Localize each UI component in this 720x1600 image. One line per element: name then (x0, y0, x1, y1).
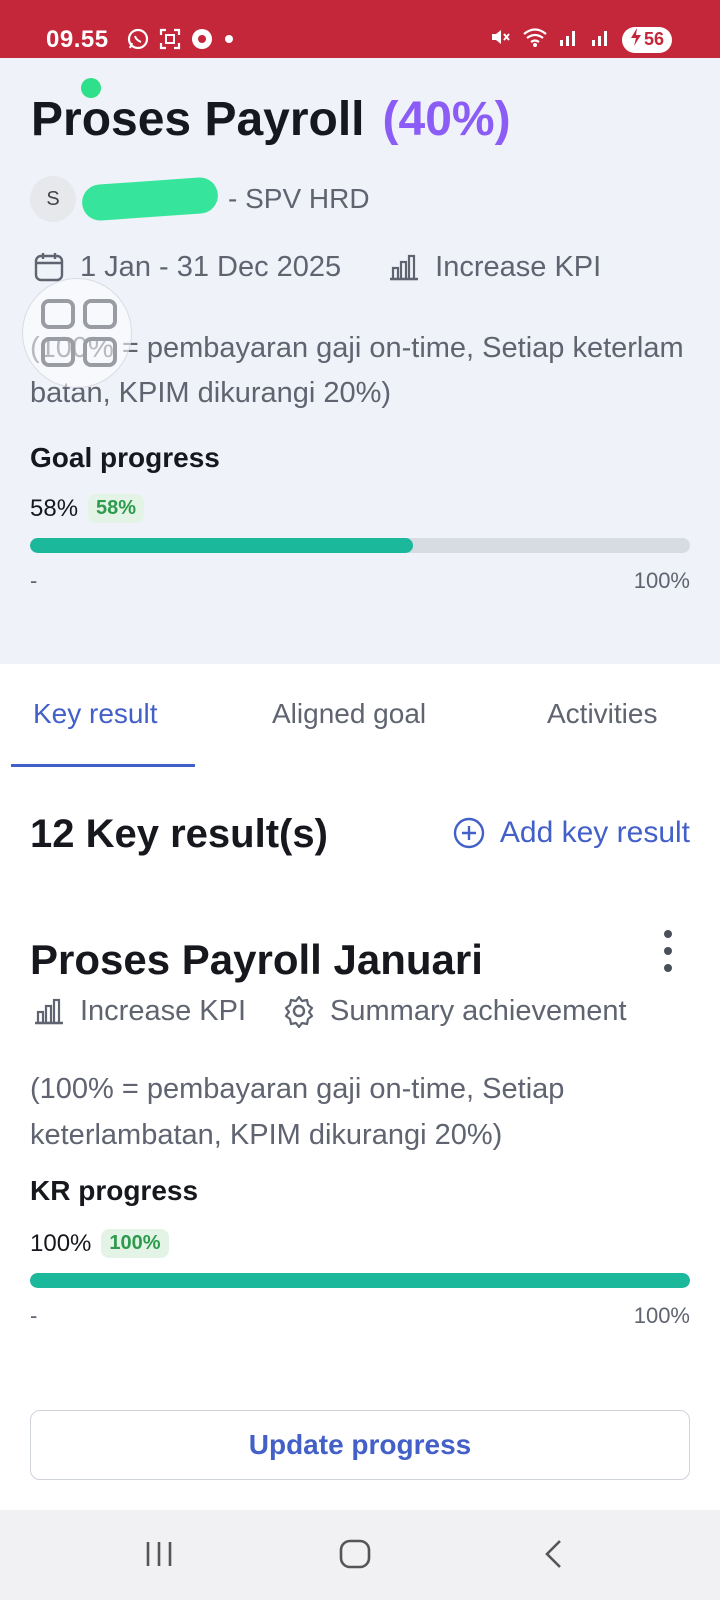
kr-range-max: 100% (633, 1303, 690, 1328)
signal-icon (558, 26, 580, 53)
add-circle-icon (453, 817, 485, 849)
kr-progress-fill (30, 1273, 690, 1288)
goal-title: Proses Payroll (40%) (31, 92, 511, 147)
more-options-icon[interactable] (661, 930, 675, 972)
tab-key-result[interactable]: Key result (33, 698, 158, 730)
goal-progress-bar (30, 538, 690, 553)
battery-level: 56 (643, 29, 664, 49)
calendar-icon (32, 250, 66, 284)
status-bar: 09.55 56 (0, 0, 720, 58)
kr-progress-value: 100% (30, 1229, 92, 1257)
kpi-type: Increase KPI (435, 250, 602, 283)
goal-owner: S - SPV HRD (30, 176, 370, 222)
wifi-icon (522, 25, 548, 54)
bar-chart-icon (32, 996, 66, 1026)
kr-progress-badge: 100% (101, 1229, 169, 1258)
owner-role: - SPV HRD (228, 183, 370, 214)
kr-range-min: - (30, 1303, 38, 1328)
key-result-meta: Increase KPI Summary achievement (32, 994, 627, 1028)
back-icon[interactable] (540, 1538, 568, 1570)
kr-progress-label: KR progress (30, 1175, 199, 1206)
add-key-result-label: Add key result (499, 816, 690, 849)
mute-icon (488, 25, 512, 54)
goal-progress-value: 58% (30, 494, 79, 522)
goal-range-max: 100% (633, 568, 690, 593)
tab-bar: Key result Aligned goal Activities (0, 664, 720, 770)
goal-title-text: Proses Payroll (31, 93, 365, 146)
key-result-count: 12 Key result(s) (30, 812, 328, 856)
signal-icon (590, 26, 612, 53)
goal-progress-badge: 58% (88, 494, 145, 523)
goal-meta: 1 Jan - 31 Dec 2025 Increase KPI (32, 250, 601, 284)
gear-icon (282, 994, 316, 1028)
tab-aligned-goal[interactable]: Aligned goal (272, 698, 426, 730)
key-result-title[interactable]: Proses Payroll Januari (30, 936, 483, 984)
redacted-name (80, 176, 220, 222)
whatsapp-icon (126, 27, 150, 56)
key-result-description: (100% = pembayaran gaji on-time, Setiap … (30, 1073, 565, 1151)
kr-progress-bar (30, 1273, 690, 1288)
tab-activities[interactable]: Activities (547, 698, 657, 730)
add-key-result-button[interactable]: Add key result (452, 816, 690, 850)
goal-progress-label: Goal progress (30, 442, 220, 473)
system-nav-bar (0, 1510, 720, 1600)
kr-kpi-type: Increase KPI (80, 994, 247, 1027)
dot-icon (222, 32, 236, 51)
summary-achievement: Summary achievement (330, 994, 627, 1027)
update-progress-button[interactable]: Update progress (30, 1410, 690, 1480)
bar-chart-icon (387, 252, 421, 282)
status-time: 09.55 (46, 26, 109, 53)
battery-charging-icon (630, 28, 642, 51)
screenshot-icon (158, 27, 182, 56)
active-tab-indicator (11, 764, 195, 767)
recents-icon[interactable] (142, 1538, 176, 1570)
kr-progress-values: 100% 100% (30, 1229, 169, 1258)
date-range: 1 Jan - 31 Dec 2025 (80, 250, 342, 283)
floating-assistive-button[interactable] (22, 278, 132, 388)
opera-icon (190, 27, 214, 56)
goal-percent: (40%) (382, 93, 511, 146)
goal-range-min: - (30, 568, 38, 593)
goal-progress-fill (30, 538, 413, 553)
goal-progress-values: 58% 58% (30, 494, 145, 523)
apps-grid-icon (41, 299, 117, 367)
avatar: S (30, 176, 76, 222)
home-icon[interactable] (338, 1538, 372, 1570)
battery-indicator: 56 (621, 26, 672, 53)
